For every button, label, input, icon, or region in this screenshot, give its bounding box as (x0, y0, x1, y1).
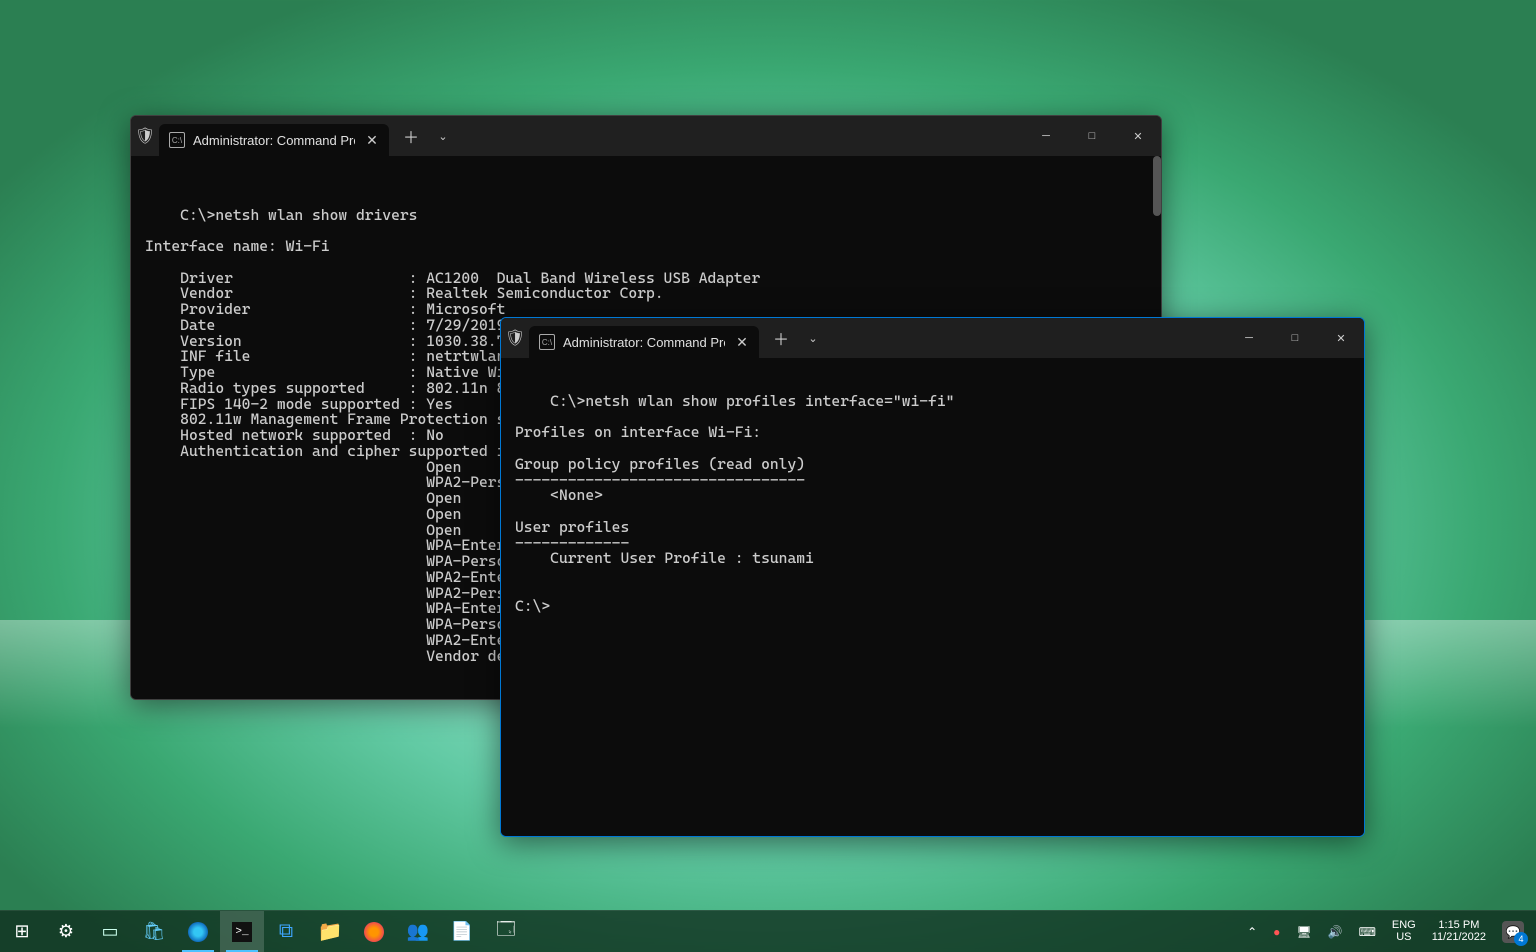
new-tab-button[interactable]: ＋ (395, 121, 427, 151)
tray-clock-button[interactable]: 1:15 PM 11/21/2022 (1426, 911, 1492, 952)
cmd-icon: C:\ (539, 334, 555, 350)
tray-volume-icon[interactable]: 🔊 (1322, 911, 1349, 952)
vscode-button-icon: ⧉ (274, 920, 298, 944)
tab-title-2: Administrator: Command Prom (563, 335, 725, 350)
terminal-window-2[interactable]: 🛡 C:\ Administrator: Command Prom ✕ ＋ ⌄ … (500, 317, 1365, 837)
taskbar: ⊞ ⚙ ▭ 🛍 >_ ⧉ 📁 👥 📄 🗔 ⌃ ● 🖥 🔊 ⌨ ENG US 1:15 PM 11/… (0, 910, 1536, 952)
tab-cmd-2[interactable]: C:\ Administrator: Command Prom ✕ (529, 326, 759, 358)
tray-language-button[interactable]: ENG US (1386, 911, 1422, 952)
terminal-text-2: C:\>netsh wlan show profiles interface="… (515, 392, 954, 615)
firefox-button-icon (364, 922, 384, 942)
titlebar-2[interactable]: 🛡 C:\ Administrator: Command Prom ✕ ＋ ⌄ … (501, 318, 1364, 358)
edge-button-icon (188, 922, 208, 942)
tab-cmd-1[interactable]: C:\ Administrator: Command Prom ✕ (159, 124, 389, 156)
taskview-button-icon: ▭ (98, 920, 122, 944)
shield-icon: 🛡 (501, 328, 529, 348)
start-button-icon: ⊞ (10, 920, 34, 944)
minimize-button[interactable]: ─ (1023, 116, 1069, 156)
minimize-button[interactable]: ─ (1226, 318, 1272, 358)
tray-network-icon[interactable]: 🖥 (1290, 911, 1317, 952)
explorer-button[interactable]: 📁 (308, 911, 352, 952)
tray-security-icon[interactable]: ● (1267, 911, 1286, 952)
scrollbar[interactable] (1153, 156, 1161, 216)
tray-lang-top: ENG (1392, 920, 1416, 932)
settings-button-icon: ⚙ (54, 920, 78, 944)
tab-close-button[interactable]: ✕ (733, 333, 751, 351)
firefox-button[interactable] (352, 911, 396, 952)
tray-date: 11/21/2022 (1432, 932, 1486, 944)
edge-button[interactable] (176, 911, 220, 952)
vscode-button[interactable]: ⧉ (264, 911, 308, 952)
tab-dropdown-button[interactable]: ⌄ (427, 121, 459, 151)
tray-lang-bottom: US (1396, 932, 1411, 944)
app-button-extra[interactable]: 🗔 (484, 911, 528, 952)
terminal-output-2[interactable]: C:\>netsh wlan show profiles interface="… (501, 358, 1364, 836)
store-button-icon: 🛍 (142, 920, 166, 944)
maximize-button[interactable]: □ (1069, 116, 1115, 156)
notepad-button[interactable]: 📄 (440, 911, 484, 952)
tab-title-1: Administrator: Command Prom (193, 133, 355, 148)
store-button[interactable]: 🛍 (132, 911, 176, 952)
terminal-button-icon: >_ (232, 922, 252, 942)
tab-dropdown-button[interactable]: ⌄ (797, 323, 829, 353)
new-tab-button[interactable]: ＋ (765, 323, 797, 353)
tray-ime-icon[interactable]: ⌨ (1353, 911, 1382, 952)
taskview-button[interactable]: ▭ (88, 911, 132, 952)
close-button[interactable]: ✕ (1318, 318, 1364, 358)
cmd-icon: C:\ (169, 132, 185, 148)
tray-notifications-button[interactable]: 💬 4 (1496, 911, 1530, 952)
maximize-button[interactable]: □ (1272, 318, 1318, 358)
app-button-extra-icon: 🗔 (494, 920, 518, 944)
close-button[interactable]: ✕ (1115, 116, 1161, 156)
shield-icon: 🛡 (131, 126, 159, 146)
teams-button[interactable]: 👥 (396, 911, 440, 952)
titlebar-1[interactable]: 🛡 C:\ Administrator: Command Prom ✕ ＋ ⌄ … (131, 116, 1161, 156)
terminal-button[interactable]: >_ (220, 911, 264, 952)
notepad-button-icon: 📄 (450, 920, 474, 944)
taskbar-pinned-apps: ⊞ ⚙ ▭ 🛍 >_ ⧉ 📁 👥 📄 🗔 (0, 911, 528, 952)
start-button[interactable]: ⊞ (0, 911, 44, 952)
tray-overflow-button[interactable]: ⌃ (1241, 911, 1263, 952)
tab-close-button[interactable]: ✕ (363, 131, 381, 149)
system-tray: ⌃ ● 🖥 🔊 ⌨ ENG US 1:15 PM 11/21/2022 💬 4 (1241, 911, 1536, 952)
explorer-button-icon: 📁 (318, 920, 342, 944)
settings-button[interactable]: ⚙ (44, 911, 88, 952)
teams-button-icon: 👥 (406, 920, 430, 944)
tray-time: 1:15 PM (1438, 920, 1479, 932)
notification-count-badge: 4 (1514, 932, 1528, 946)
